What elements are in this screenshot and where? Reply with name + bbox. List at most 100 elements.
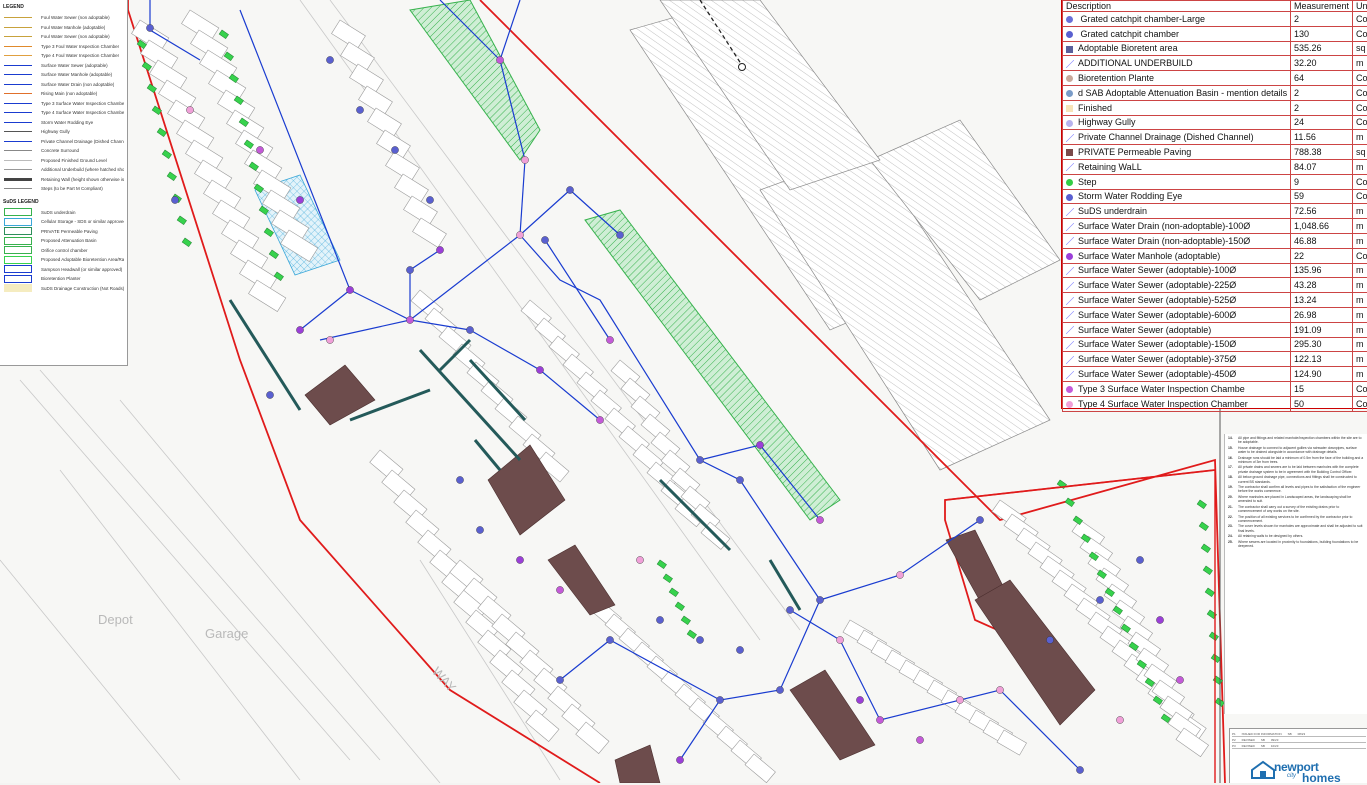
legend-symbol-icon	[3, 81, 33, 88]
drainage-chamber-marker[interactable]	[816, 516, 823, 523]
drainage-chamber-marker[interactable]	[786, 606, 793, 613]
schedule-description: Grated catchpit chamber-Large	[1078, 14, 1205, 24]
schedule-table: Description Measurement Unit Grated catc…	[1062, 0, 1367, 412]
drainage-chamber-marker[interactable]	[856, 696, 863, 703]
drainage-chamber-marker[interactable]	[516, 556, 523, 563]
slash-symbol-icon	[1066, 297, 1074, 305]
note-number: 16.	[1228, 456, 1238, 465]
drainage-chamber-marker[interactable]	[566, 186, 573, 193]
drainage-chamber-marker[interactable]	[736, 646, 743, 653]
schedule-measurement: 26.98	[1291, 307, 1353, 322]
drainage-chamber-marker[interactable]	[736, 476, 743, 483]
dot-symbol-icon	[1066, 31, 1073, 38]
drainage-chamber-marker[interactable]	[1156, 616, 1163, 623]
drainage-chamber-marker[interactable]	[186, 106, 193, 113]
drainage-chamber-marker[interactable]	[1136, 556, 1143, 563]
drainage-chamber-marker[interactable]	[1116, 716, 1123, 723]
drainage-chamber-marker[interactable]	[616, 231, 623, 238]
drainage-chamber-marker[interactable]	[756, 441, 763, 448]
drainage-chamber-marker[interactable]	[916, 736, 923, 743]
drainage-chamber-marker[interactable]	[466, 326, 473, 333]
schedule-description-cell: Surface Water Sewer (adoptable)-150Ø	[1063, 337, 1291, 352]
drainage-chamber-marker[interactable]	[556, 676, 563, 683]
drainage-chamber-marker[interactable]	[696, 636, 703, 643]
drainage-chamber-marker[interactable]	[541, 236, 548, 243]
note-item: 23.The cover levels shown for manholes a…	[1228, 524, 1364, 533]
schedule-description-cell: Storm Water Rodding Eye	[1063, 189, 1291, 204]
revision-table: P1ISSUED FOR INFORMATIONSB08/23P2REVISED…	[1232, 731, 1366, 749]
drainage-chamber-marker[interactable]	[676, 756, 683, 763]
drainage-chamber-marker[interactable]	[346, 286, 353, 293]
drainage-chamber-marker[interactable]	[296, 196, 303, 203]
schedule-unit: m	[1353, 352, 1367, 367]
drainage-chamber-marker[interactable]	[956, 696, 963, 703]
legend-symbol-icon	[3, 43, 33, 50]
schedule-row: Type 4 Surface Water Inspection Chamber5…	[1063, 396, 1367, 411]
title-block: P1ISSUED FOR INFORMATIONSB08/23P2REVISED…	[1229, 728, 1367, 783]
drainage-chamber-marker[interactable]	[556, 586, 563, 593]
drainage-chamber-marker[interactable]	[816, 596, 823, 603]
drainage-chamber-marker[interactable]	[606, 636, 613, 643]
schedule-body: Grated catchpit chamber-Large2Count Grat…	[1063, 12, 1367, 412]
drainage-chamber-marker[interactable]	[456, 476, 463, 483]
drainage-chamber-marker[interactable]	[876, 716, 883, 723]
schedule-description-cell: SuDS underdrain	[1063, 204, 1291, 219]
schedule-unit: Count	[1353, 115, 1367, 130]
drainage-chamber-marker[interactable]	[171, 196, 178, 203]
schedule-description: PRIVATE Permeable Paving	[1078, 147, 1191, 157]
drainage-chamber-marker[interactable]	[696, 456, 703, 463]
drainage-chamber-marker[interactable]	[606, 336, 613, 343]
drainage-chamber-marker[interactable]	[326, 336, 333, 343]
drainage-chamber-marker[interactable]	[496, 56, 503, 63]
dot-symbol-icon	[1066, 75, 1073, 82]
drainage-chamber-marker[interactable]	[476, 526, 483, 533]
header-unit: Unit	[1353, 1, 1367, 12]
legend-item: Type 3 Surface Water Inspection Chamber	[3, 99, 124, 109]
drainage-chamber-marker[interactable]	[636, 556, 643, 563]
drainage-chamber-marker[interactable]	[296, 326, 303, 333]
drainage-chamber-marker[interactable]	[516, 231, 523, 238]
schedule-header-row: Description Measurement Unit	[1063, 1, 1367, 12]
schedule-measurement: 295.30	[1291, 337, 1353, 352]
drainage-chamber-marker[interactable]	[896, 571, 903, 578]
drainage-chamber-marker[interactable]	[776, 686, 783, 693]
drainage-chamber-marker[interactable]	[536, 366, 543, 373]
drainage-chamber-marker[interactable]	[326, 56, 333, 63]
drainage-chamber-marker[interactable]	[836, 636, 843, 643]
suds-legend-item: SuDS underdrain	[3, 208, 124, 218]
drainage-chamber-marker[interactable]	[1096, 596, 1103, 603]
suds-symbol-icon	[3, 228, 33, 235]
note-item: 15.House drainage to connect to adjacent…	[1228, 446, 1364, 455]
revision-date: 10/23	[1271, 744, 1279, 748]
drainage-chamber-marker[interactable]	[656, 616, 663, 623]
drainage-chamber-marker[interactable]	[406, 266, 413, 273]
drainage-chamber-marker[interactable]	[716, 696, 723, 703]
note-item: 14.All pipe and fittings and related man…	[1228, 436, 1364, 445]
schedule-measurement: 64	[1291, 71, 1353, 86]
schedule-row: Grated catchpit chamber-Large2Count	[1063, 12, 1367, 27]
slash-symbol-icon	[1066, 267, 1074, 275]
drainage-chamber-marker[interactable]	[266, 391, 273, 398]
schedule-description: Retaining WaLL	[1078, 162, 1142, 172]
drainage-chamber-marker[interactable]	[1176, 676, 1183, 683]
drainage-chamber-marker[interactable]	[256, 146, 263, 153]
drainage-chamber-marker[interactable]	[996, 686, 1003, 693]
schedule-measurement: 130	[1291, 26, 1353, 41]
drainage-chamber-marker[interactable]	[146, 24, 153, 31]
square-symbol-icon	[1066, 105, 1073, 112]
drainage-chamber-marker[interactable]	[1076, 766, 1083, 773]
schedule-measurement: 122.13	[1291, 352, 1353, 367]
revision-date: 08/23	[1298, 732, 1306, 736]
schedule-row: Type 3 Surface Water Inspection Chambe15…	[1063, 381, 1367, 396]
drainage-chamber-marker[interactable]	[436, 246, 443, 253]
drainage-chamber-marker[interactable]	[976, 516, 983, 523]
drainage-chamber-marker[interactable]	[521, 156, 528, 163]
drainage-chamber-marker[interactable]	[406, 316, 413, 323]
drainage-chamber-marker[interactable]	[596, 416, 603, 423]
drainage-chamber-marker[interactable]	[391, 146, 398, 153]
dot-symbol-icon	[1066, 401, 1073, 408]
drainage-chamber-marker[interactable]	[1046, 636, 1053, 643]
drainage-chamber-marker[interactable]	[356, 106, 363, 113]
drainage-chamber-marker[interactable]	[426, 196, 433, 203]
schedule-unit: Count	[1353, 248, 1367, 263]
